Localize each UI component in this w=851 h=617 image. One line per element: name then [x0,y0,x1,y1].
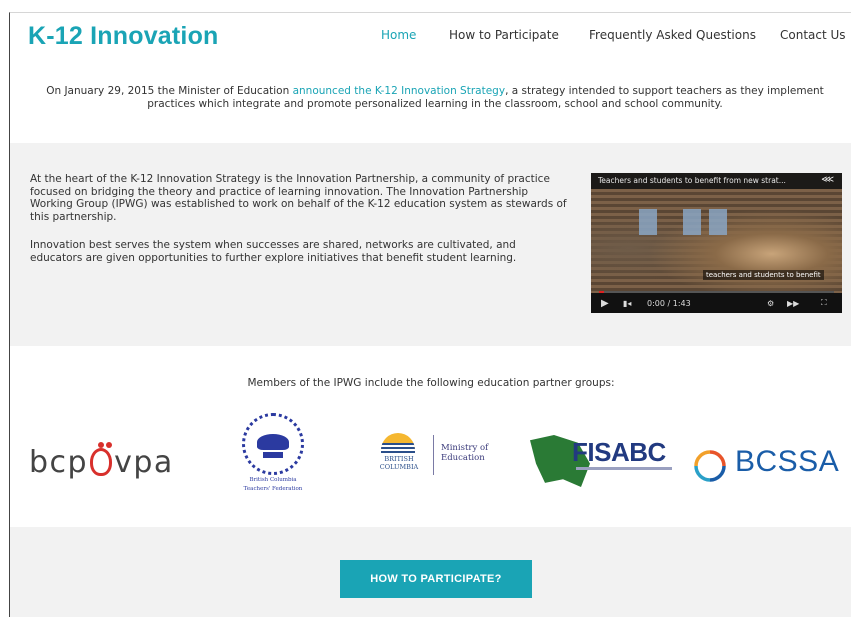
site-logo[interactable]: K-12 Innovation [28,22,219,51]
bcpvpa-logo-text-right: vpa [114,445,174,480]
intro-before: On January 29, 2015 the Minister of Educ… [46,85,293,97]
share-icon[interactable]: ⋘ [821,175,834,185]
bcpvpa-mark-icon [90,442,113,476]
settings-icon[interactable]: ⚙ [767,299,774,308]
video-controls: ▶ ▮◂ 0:00 / 1:43 ⚙ ▶▶ ⛶ [591,293,842,313]
bcpvpa-logo[interactable]: bcp vpa [29,442,174,480]
youtube-icon[interactable]: ▶▶ [787,299,799,308]
strategy-announcement-link[interactable]: announced the K-12 Innovation Strategy [293,85,505,97]
bctf-logo-text-2: Teachers' Federation [243,486,303,492]
bc-wordmark-2: COLUMBIA [379,462,419,471]
bctf-logo-text-1: British Columbia [249,477,297,483]
bcpvpa-logo-text-left: bcp [29,445,89,480]
fisabc-tagline-rule [576,467,672,470]
bc-ministry-education-logo[interactable]: BRITISH COLUMBIA Ministry of Education [375,431,515,483]
volume-icon[interactable]: ▮◂ [623,299,631,308]
video-scene-window [709,209,727,235]
video-player[interactable]: Teachers and students to benefit from ne… [591,173,842,313]
ministry-name-2: Education [441,453,485,463]
ministry-name-1: Ministry of [441,443,489,453]
bctf-seal-icon [242,413,304,475]
site-header: K-12 Innovation Home How to Participate … [10,13,851,63]
how-to-participate-button[interactable]: HOW TO PARTICIPATE? [340,560,532,598]
video-time: 0:00 / 1:43 [647,299,691,308]
about-paragraph-2: Innovation best serves the system when s… [30,239,517,264]
about-paragraph-1: At the heart of the K-12 Innovation Stra… [30,173,567,223]
bc-wordmark: BRITISH COLUMBIA [375,455,423,471]
nav-home[interactable]: Home [381,28,416,42]
fisabc-wordmark: FISABC [572,437,666,467]
bcssa-wordmark: BCSSA [735,445,840,478]
nav-faq[interactable]: Frequently Asked Questions [589,28,756,42]
about-section: At the heart of the K-12 Innovation Stra… [10,143,851,346]
video-scene-window [683,209,701,235]
bcssa-swirl-icon [694,450,726,482]
video-frame [591,189,842,297]
bc-sun-icon [381,433,415,453]
fullscreen-icon[interactable]: ⛶ [821,298,827,308]
bctf-logo[interactable]: British Columbia Teachers' Federation [238,413,308,493]
page-frame: K-12 Innovation Home How to Participate … [9,12,851,617]
video-caption: teachers and students to benefit [703,270,824,280]
nav-how-to-participate[interactable]: How to Participate [449,28,559,42]
logo-divider [433,435,434,475]
fisabc-logo[interactable]: FISABC [530,431,675,489]
ministry-name: Ministry of Education [441,443,488,463]
video-scene-window [639,209,657,235]
play-icon[interactable]: ▶ [601,298,609,309]
video-title[interactable]: Teachers and students to benefit from ne… [598,176,786,185]
intro-text: On January 29, 2015 the Minister of Educ… [40,85,830,111]
members-heading: Members of the IPWG include the followin… [247,377,615,389]
nav-contact-us[interactable]: Contact Us [780,28,846,42]
